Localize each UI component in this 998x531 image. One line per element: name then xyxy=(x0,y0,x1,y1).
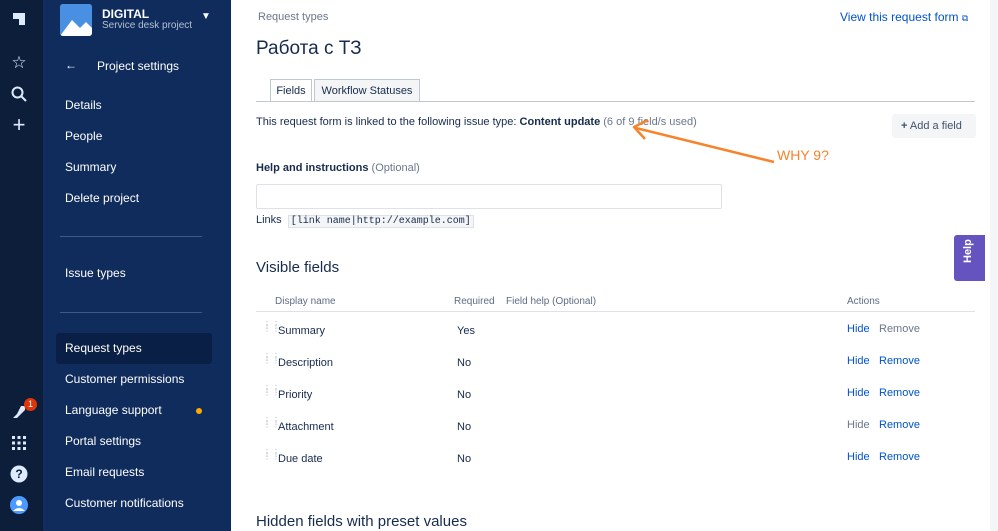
drag-handle-icon[interactable]: ⋮⋮ ⋮⋮ xyxy=(263,417,280,435)
help-instructions-input[interactable] xyxy=(256,184,722,209)
column-field-help: Field help (Optional) xyxy=(506,296,597,307)
links-example: [link name|http://example.com] xyxy=(287,215,474,228)
project-name[interactable]: DIGITAL xyxy=(102,7,149,21)
star-icon[interactable]: ☆ xyxy=(8,52,30,74)
global-nav: ☆ + 1 ? xyxy=(0,0,43,531)
column-required: Required xyxy=(454,296,495,307)
jira-logo-icon[interactable] xyxy=(8,8,30,30)
drag-handle-icon[interactable]: ⋮⋮ ⋮⋮ xyxy=(263,321,280,339)
table-row: ⋮⋮ ⋮⋮ Attachment No Hide Remove xyxy=(263,416,920,435)
tab-workflow-statuses[interactable]: Workflow Statuses xyxy=(314,79,420,102)
project-avatar xyxy=(60,4,92,36)
annotation-text: WHY 9? xyxy=(777,147,829,163)
sidebar-item-delete-project[interactable]: Delete project xyxy=(56,183,212,214)
help-tab-button[interactable]: Help xyxy=(954,235,985,281)
sidebar-item-customer-notifications[interactable]: Customer notifications xyxy=(56,488,212,519)
help-icon[interactable]: ? xyxy=(8,463,30,485)
column-actions: Actions xyxy=(847,296,880,307)
search-icon[interactable] xyxy=(8,83,30,105)
remove-link[interactable]: Remove xyxy=(879,419,920,431)
tab-underline xyxy=(256,101,975,102)
issue-type-name: Content update xyxy=(519,116,601,128)
table-header-divider xyxy=(256,311,975,312)
table-row: ⋮⋮ ⋮⋮ Priority No Hide Remove xyxy=(263,384,920,403)
table-row: ⋮⋮ ⋮⋮ Description No Hide Remove xyxy=(263,352,920,371)
help-instructions-label: Help and instructions (Optional) xyxy=(256,162,420,174)
sidebar-item-email-requests[interactable]: Email requests xyxy=(56,457,212,488)
arrow-left-icon: ← xyxy=(65,58,77,72)
remove-link[interactable]: Remove xyxy=(879,451,920,463)
svg-text:?: ? xyxy=(15,467,22,481)
remove-link[interactable]: Remove xyxy=(879,323,920,335)
sidebar-item-request-types[interactable]: Request types xyxy=(56,333,212,364)
create-icon[interactable]: + xyxy=(8,112,30,137)
page-title: Работа с ТЗ xyxy=(256,38,362,59)
new-indicator-dot xyxy=(196,408,202,414)
tab-fields[interactable]: Fields xyxy=(270,79,312,102)
sidebar-divider xyxy=(60,236,202,237)
sidebar-item-customer-permissions[interactable]: Customer permissions xyxy=(56,364,212,395)
hide-link[interactable]: Hide xyxy=(847,387,870,399)
hide-link[interactable]: Hide xyxy=(847,451,870,463)
remove-link[interactable]: Remove xyxy=(879,387,920,399)
project-sidebar: DIGITAL Service desk project ▼ ← Project… xyxy=(43,0,231,531)
hide-link[interactable]: Hide xyxy=(847,419,870,431)
sidebar-item-summary[interactable]: Summary xyxy=(56,152,212,183)
visible-fields-heading: Visible fields xyxy=(256,259,340,276)
drag-handle-icon[interactable]: ⋮⋮ ⋮⋮ xyxy=(263,353,280,371)
sidebar-item-portal-settings[interactable]: Portal settings xyxy=(56,426,212,457)
sidebar-item-language-support[interactable]: Language support xyxy=(56,395,212,426)
hidden-fields-heading: Hidden fields with preset values xyxy=(256,513,467,530)
table-row: ⋮⋮ ⋮⋮ Due date No Hide Remove xyxy=(263,448,920,467)
hide-link[interactable]: Hide xyxy=(847,323,870,335)
sidebar-item-details[interactable]: Details xyxy=(56,90,212,121)
hide-link[interactable]: Hide xyxy=(847,355,870,367)
add-field-button[interactable]: + Add a field xyxy=(892,114,976,138)
scrollbar[interactable] xyxy=(990,0,998,531)
column-display-name: Display name xyxy=(275,296,336,307)
project-type: Service desk project xyxy=(102,20,193,31)
external-link-icon: ⧉ xyxy=(961,13,969,23)
notification-badge: 1 xyxy=(24,398,37,411)
drag-handle-icon[interactable]: ⋮⋮ ⋮⋮ xyxy=(263,385,280,403)
sidebar-divider xyxy=(60,312,202,313)
plus-icon: + xyxy=(901,120,908,132)
app-switcher-icon[interactable] xyxy=(8,432,30,454)
remove-link[interactable]: Remove xyxy=(879,355,920,367)
chevron-down-icon[interactable]: ▼ xyxy=(201,11,211,22)
table-row: ⋮⋮ ⋮⋮ Summary Yes Hide Remove xyxy=(263,320,920,339)
breadcrumb[interactable]: Request types xyxy=(258,11,328,23)
annotation-arrow xyxy=(632,118,775,164)
links-hint: Links [link name|http://example.com] xyxy=(256,214,474,228)
drag-handle-icon[interactable]: ⋮⋮ ⋮⋮ xyxy=(263,449,280,467)
avatar-icon[interactable] xyxy=(8,494,30,516)
main-content: Request types View this request form ⧉ Р… xyxy=(231,0,998,531)
view-request-form-link[interactable]: View this request form ⧉ xyxy=(840,10,968,24)
sidebar-item-people[interactable]: People xyxy=(56,121,212,152)
sidebar-item-issue-types[interactable]: Issue types xyxy=(56,258,212,289)
